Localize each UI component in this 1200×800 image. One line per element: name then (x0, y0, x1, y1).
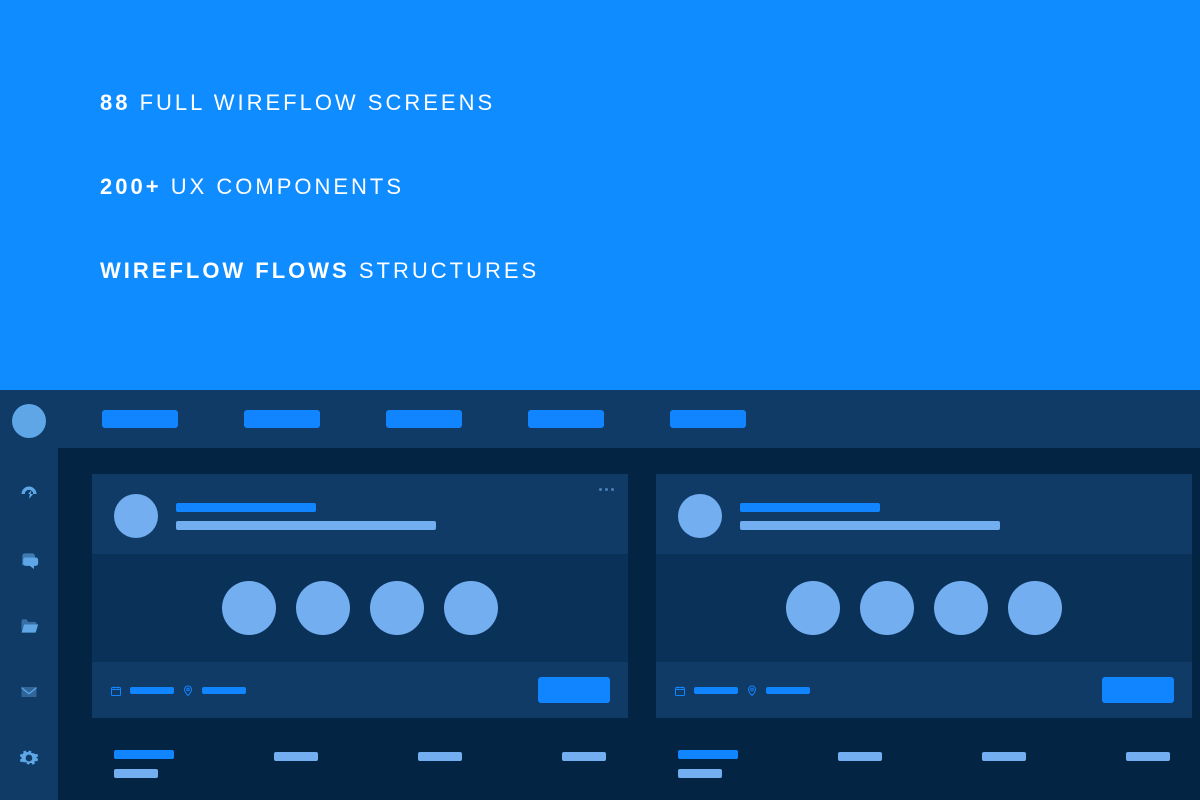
card-title-block (176, 503, 436, 530)
hero-line-3-bold: WIREFLOW FLOWS (100, 258, 350, 283)
media-thumb[interactable] (860, 581, 914, 635)
folder-icon[interactable] (18, 616, 40, 636)
feed-card (92, 474, 628, 718)
media-thumb[interactable] (1008, 581, 1062, 635)
dashboard-icon[interactable] (18, 484, 40, 504)
media-thumb[interactable] (370, 581, 424, 635)
calendar-icon (110, 684, 122, 696)
secondary-card-top (656, 744, 1192, 784)
gear-icon[interactable] (18, 748, 40, 768)
more-icon[interactable] (599, 488, 614, 491)
card-meta (674, 684, 810, 696)
nav-item-1[interactable] (102, 410, 178, 428)
content-canvas (58, 448, 1200, 800)
nav-item-3[interactable] (386, 410, 462, 428)
mini-title-placeholder (114, 750, 174, 759)
hero-line-3: WIREFLOW FLOWS STRUCTURES (100, 258, 1200, 284)
nav-item-5[interactable] (670, 410, 746, 428)
sidebar-avatar[interactable] (12, 404, 46, 438)
media-thumb[interactable] (222, 581, 276, 635)
feed-card (656, 474, 1192, 718)
location-icon (746, 684, 758, 696)
card-title-block (740, 503, 1000, 530)
media-thumb[interactable] (786, 581, 840, 635)
app-wireframe (0, 390, 1200, 800)
mini-item (274, 752, 318, 761)
mini-item (418, 752, 462, 761)
card-footer (92, 662, 628, 718)
meta-date-placeholder (130, 687, 174, 694)
sidebar (0, 390, 58, 800)
media-thumb[interactable] (934, 581, 988, 635)
media-thumb[interactable] (444, 581, 498, 635)
card-footer (656, 662, 1192, 718)
hero-line-1-bold: 88 (100, 90, 130, 115)
card-title-placeholder (740, 503, 880, 512)
card-avatar[interactable] (114, 494, 158, 538)
mini-title-placeholder (678, 750, 738, 759)
mini-item (838, 752, 882, 761)
card-body (92, 554, 628, 662)
nav-item-2[interactable] (244, 410, 320, 428)
main-area (58, 390, 1200, 800)
hero-line-1: 88 FULL WIREFLOW SCREENS (100, 90, 1200, 116)
card-action-button[interactable] (1102, 677, 1174, 703)
hero-line-3-text: STRUCTURES (359, 258, 539, 283)
cards-row (92, 474, 1200, 718)
card-header (92, 474, 628, 554)
card-meta (110, 684, 246, 696)
secondary-card-top (92, 744, 628, 784)
card-subtitle-placeholder (740, 521, 1000, 530)
mini-item (982, 752, 1026, 761)
nav-item-4[interactable] (528, 410, 604, 428)
card-header (656, 474, 1192, 554)
card-title-placeholder (176, 503, 316, 512)
mini-item (1126, 752, 1170, 761)
mini-col (678, 750, 738, 778)
chat-icon[interactable] (18, 550, 40, 570)
mini-sub-placeholder (114, 769, 158, 778)
hero-line-2-text: UX COMPONENTS (171, 174, 404, 199)
meta-location-placeholder (766, 687, 810, 694)
mail-icon[interactable] (18, 682, 40, 702)
mini-item (562, 752, 606, 761)
location-icon (182, 684, 194, 696)
card-body (656, 554, 1192, 662)
hero-line-1-text: FULL WIREFLOW SCREENS (140, 90, 496, 115)
card-avatar[interactable] (678, 494, 722, 538)
card-subtitle-placeholder (176, 521, 436, 530)
hero-line-2-bold: 200+ (100, 174, 162, 199)
meta-location-placeholder (202, 687, 246, 694)
mini-col (114, 750, 174, 778)
meta-date-placeholder (694, 687, 738, 694)
hero-banner: 88 FULL WIREFLOW SCREENS 200+ UX COMPONE… (0, 0, 1200, 390)
secondary-row (92, 718, 1200, 784)
calendar-icon (674, 684, 686, 696)
mini-sub-placeholder (678, 769, 722, 778)
media-thumb[interactable] (296, 581, 350, 635)
top-nav (58, 390, 1200, 448)
hero-line-2: 200+ UX COMPONENTS (100, 174, 1200, 200)
card-action-button[interactable] (538, 677, 610, 703)
